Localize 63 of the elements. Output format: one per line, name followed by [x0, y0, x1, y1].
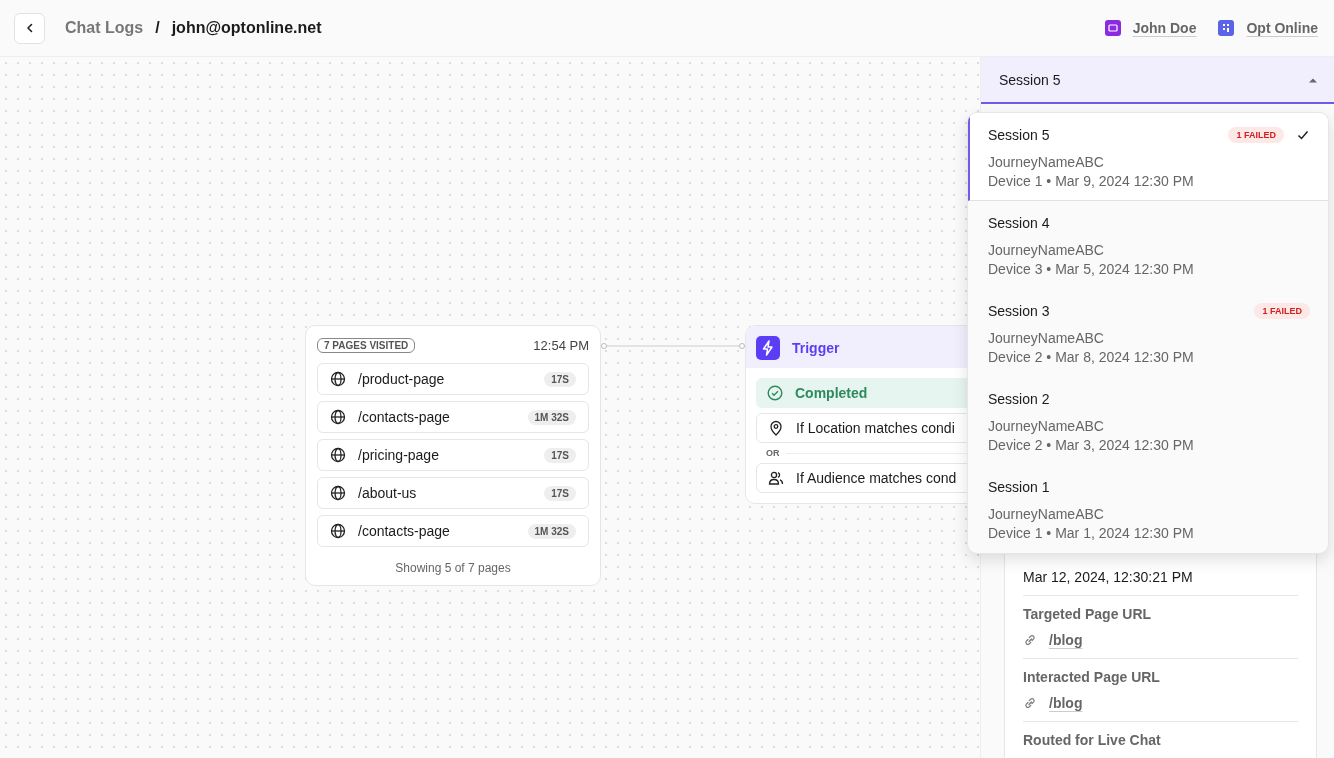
failed-badge: 1 FAILED [1254, 303, 1310, 319]
page-row[interactable]: /about-us 17S [317, 477, 589, 509]
session-title: Session 4 [988, 215, 1050, 231]
check-circle-icon [767, 385, 783, 401]
globe-icon [330, 523, 346, 539]
breadcrumb-link[interactable]: john@optonline.net [171, 19, 322, 37]
session-meta: Device 2 • Mar 8, 2024 12:30 PM [988, 349, 1195, 365]
breadcrumb-separator: / [155, 19, 160, 37]
session-title: Session 1 [988, 479, 1050, 495]
globe-icon [330, 485, 346, 501]
failed-badge: 1 FAILED [1228, 127, 1284, 143]
url-link[interactable]: /blog [1049, 695, 1083, 711]
page-row[interactable]: /contacts-page 1M 32S [317, 515, 589, 547]
pages-count: Showing 5 of 7 pages [394, 561, 512, 575]
lightning-icon [756, 336, 780, 360]
pages-visited-badge: 7 PAGES VISITED [317, 338, 416, 353]
session-title: Session 5 [988, 127, 1050, 143]
session-option[interactable]: Session 3 1 FAILED JourneyNameABC Device 2 • Mar 8, 2024 12:30 PM [968, 289, 1328, 377]
journey-name: JourneyNameABC [988, 330, 1105, 346]
session-meta: Device 2 • Mar 3, 2024 12:30 PM [988, 437, 1195, 453]
session-meta: Device 3 • Mar 5, 2024 12:30 PM [988, 261, 1195, 277]
map-pin-icon [768, 420, 784, 436]
globe-icon [330, 409, 346, 425]
duration-badge: 17S [544, 485, 576, 501]
link-icon [1023, 696, 1037, 710]
journey-name: JourneyNameABC [988, 506, 1105, 522]
session-option[interactable]: Session 1 JourneyNameABC Device 1 • Mar 1, 2024 12:30 PM [968, 465, 1328, 553]
journey-name: JourneyNameABC [988, 154, 1105, 170]
session-meta: Device 1 • Mar 9, 2024 12:30 PM [988, 173, 1195, 189]
page-row[interactable]: /pricing-page 17S [317, 439, 589, 471]
session-option[interactable]: Session 5 1 FAILED JourneyNameABC Device 1 • Mar 9, 2024 12:30 PM [968, 113, 1328, 201]
url-link[interactable]: /blog [1049, 632, 1083, 648]
journey-name: JourneyNameABC [988, 242, 1105, 258]
trigger-title: Trigger [792, 340, 840, 356]
session-select[interactable]: Session 5 [981, 57, 1334, 104]
header-link[interactable]: John Doe [1132, 20, 1197, 36]
duration-badge: 17S [544, 371, 576, 387]
page-row[interactable]: /contacts-page 1M 32S [317, 401, 589, 433]
globe-icon [330, 447, 346, 463]
session-meta: Device 1 • Mar 1, 2024 12:30 PM [988, 525, 1195, 541]
field-value: Mar 12, 2024, 12:30:21 PM [1023, 569, 1194, 585]
journey-name: JourneyNameABC [988, 418, 1105, 434]
session-title: Session 3 [988, 303, 1050, 319]
page-row[interactable]: /product-page 17S [317, 363, 589, 395]
checkmark-icon [1296, 128, 1310, 142]
link-icon [1023, 633, 1037, 647]
session-option[interactable]: Session 2 JourneyNameABC Device 2 • Mar 3, 2024 12:30 PM [968, 377, 1328, 465]
duration-badge: 1M 32S [527, 523, 576, 539]
session-option[interactable]: Session 4 JourneyNameABC Device 3 • Mar 5, 2024 12:30 PM [968, 201, 1328, 289]
field-label: Routed for Live Chat [1023, 732, 1162, 748]
or-label: OR [766, 448, 780, 458]
globe-icon [330, 371, 346, 387]
users-icon [768, 470, 784, 486]
duration-badge: 17S [544, 447, 576, 463]
visit-time: 12:54 PM [533, 338, 589, 353]
session-title: Session 2 [988, 391, 1050, 407]
back-button[interactable] [14, 12, 45, 44]
caret-up-icon [1308, 76, 1318, 83]
header-link[interactable]: Opt Online [1246, 20, 1318, 36]
breadcrumb-link[interactable]: Chat Logs [65, 19, 144, 37]
duration-badge: 1M 32S [527, 409, 576, 425]
field-label: Targeted Page URL [1023, 606, 1153, 622]
field-label: Interacted Page URL [1023, 669, 1161, 685]
